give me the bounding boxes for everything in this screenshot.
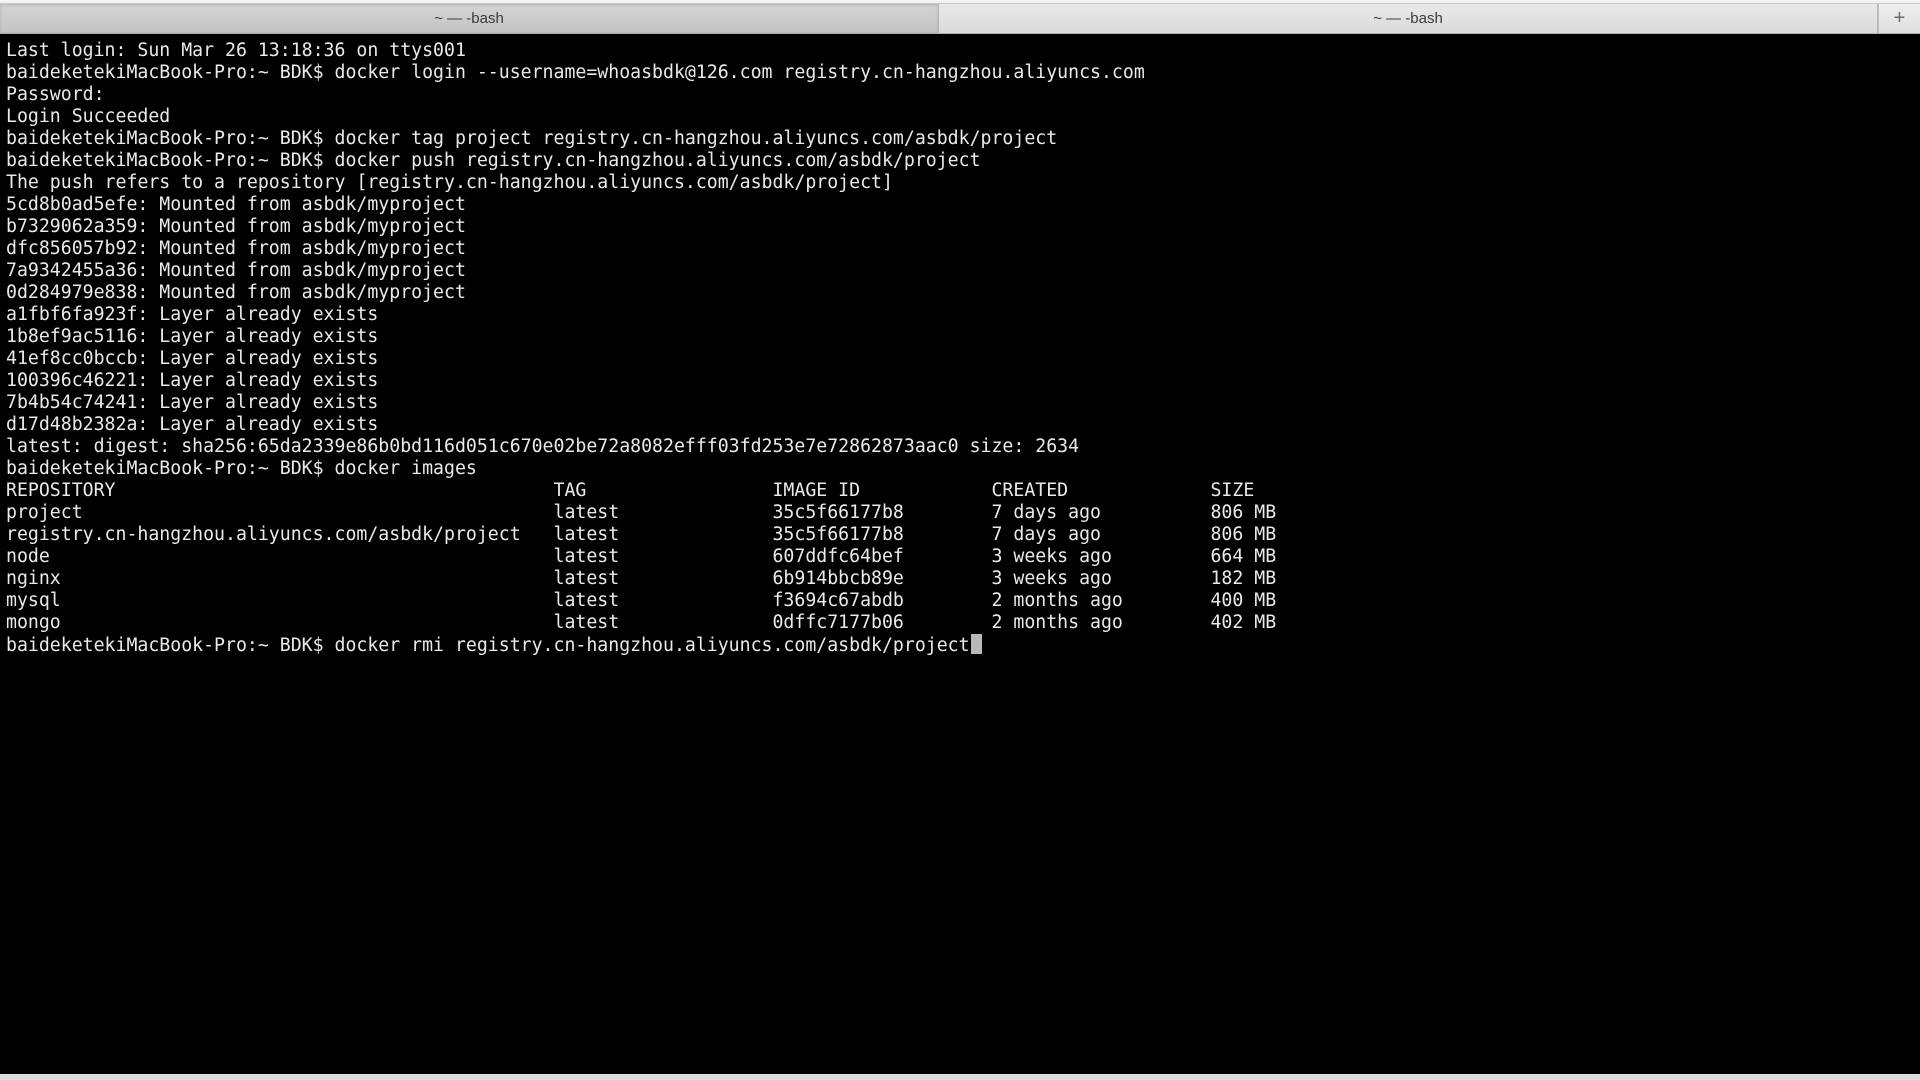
terminal-cursor: [971, 634, 982, 654]
tab-label: ~ — -bash: [1373, 10, 1443, 27]
terminal-tab-2[interactable]: ~ — -bash: [939, 4, 1878, 33]
window-chrome-bottom: [0, 1074, 1920, 1080]
tab-label: ~ — -bash: [434, 10, 504, 27]
plus-icon: +: [1894, 7, 1906, 30]
terminal-content: Last login: Sun Mar 26 13:18:36 on ttys0…: [6, 40, 1914, 657]
new-tab-button[interactable]: +: [1878, 4, 1920, 33]
tab-strip: ~ — -bash ~ — -bash +: [0, 4, 1920, 34]
terminal-tab-1[interactable]: ~ — -bash: [0, 4, 939, 33]
terminal-viewport[interactable]: Last login: Sun Mar 26 13:18:36 on ttys0…: [0, 34, 1920, 1074]
